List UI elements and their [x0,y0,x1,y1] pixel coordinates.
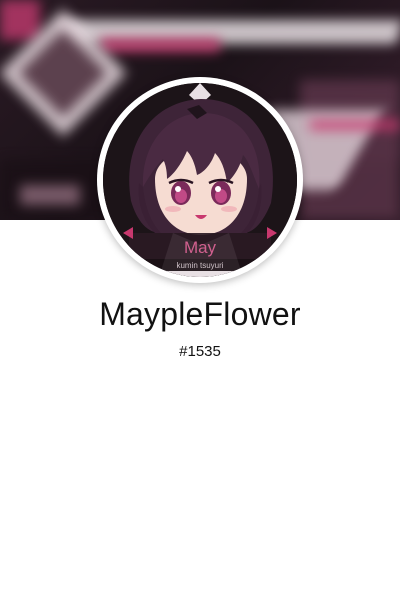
avatar[interactable]: May kumin tsuyuri [103,83,297,277]
profile-username: MaypleFlower [99,296,301,332]
avatar-caption: kumin tsuyuri [176,261,223,270]
banner-shape [0,0,40,40]
banner-shape [100,38,220,52]
profile-card: May kumin tsuyuri MaypleFlower #1535 [0,0,400,600]
banner-shape [20,185,80,205]
avatar-illustration: May kumin tsuyuri [103,83,297,277]
profile-discriminator: #1535 [179,343,221,360]
avatar-name-plate: May [184,238,217,257]
banner-shape [310,120,400,130]
